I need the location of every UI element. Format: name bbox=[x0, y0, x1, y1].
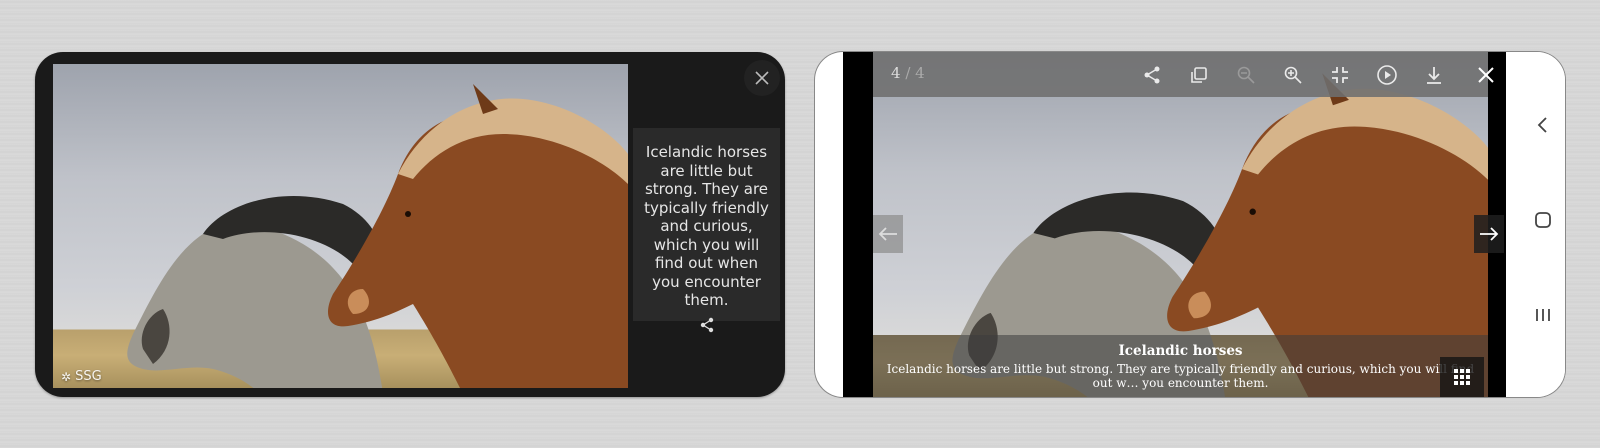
caption-card: Icelandic horses are little but strong. … bbox=[633, 128, 780, 332]
download-button[interactable] bbox=[1423, 64, 1445, 86]
counter-separator: / bbox=[905, 64, 911, 82]
play-icon bbox=[1377, 65, 1397, 85]
android-navigation-bar bbox=[1520, 52, 1565, 397]
android-home-button[interactable] bbox=[1532, 209, 1554, 231]
zoom-in-button[interactable] bbox=[1282, 64, 1304, 86]
android-back-button[interactable] bbox=[1532, 114, 1554, 136]
horse-photo[interactable]: ✲ SSG bbox=[53, 64, 628, 388]
caption-bar: Icelandic horses Icelandic horses are li… bbox=[873, 335, 1488, 397]
horses-image bbox=[127, 84, 628, 388]
arrow-right-icon bbox=[1480, 227, 1499, 241]
caption-text: Icelandic horses are little but strong. … bbox=[644, 143, 769, 309]
caption-text: Icelandic horses are little but strong. … bbox=[886, 362, 1475, 390]
share-button[interactable] bbox=[1141, 64, 1163, 86]
counter-total: 4 bbox=[915, 64, 925, 82]
slideshow-button[interactable] bbox=[1376, 64, 1398, 86]
exit-fullscreen-icon bbox=[1332, 67, 1348, 83]
share-icon[interactable] bbox=[698, 316, 716, 334]
ssg-logo-icon: ✲ bbox=[61, 369, 72, 384]
recents-icon bbox=[1536, 309, 1550, 321]
zoom-out-icon bbox=[1237, 66, 1255, 84]
watermark: ✲ SSG bbox=[61, 369, 102, 384]
lightbox-viewer: 4 / 4 Icelandic horses Icelandic horses … bbox=[843, 52, 1506, 397]
copy-button[interactable] bbox=[1188, 64, 1210, 86]
previous-button[interactable] bbox=[873, 215, 903, 253]
next-button[interactable] bbox=[1474, 215, 1504, 253]
share-icon bbox=[1144, 66, 1160, 84]
close-icon bbox=[755, 71, 769, 85]
copy-icon bbox=[1191, 67, 1207, 83]
zoom-in-icon bbox=[1284, 66, 1302, 84]
watermark-text: SSG bbox=[75, 369, 102, 384]
zoom-out-button[interactable] bbox=[1235, 64, 1257, 86]
counter-current: 4 bbox=[891, 64, 901, 82]
download-icon bbox=[1427, 67, 1441, 84]
right-phone-screen: 4 / 4 Icelandic horses Icelandic horses … bbox=[815, 52, 1565, 397]
arrow-left-icon bbox=[878, 227, 897, 241]
back-icon bbox=[1537, 117, 1547, 133]
left-phone-screen: ✲ SSG Icelandic horses are little but st… bbox=[35, 52, 785, 397]
close-button[interactable] bbox=[744, 60, 780, 96]
home-icon bbox=[1535, 212, 1551, 228]
close-icon bbox=[1478, 67, 1494, 83]
exit-fullscreen-button[interactable] bbox=[1329, 64, 1351, 86]
image-counter: 4 / 4 bbox=[891, 64, 925, 82]
grid-icon bbox=[1454, 369, 1470, 385]
lightbox-toolbar: 4 / 4 bbox=[873, 52, 1488, 97]
close-button[interactable] bbox=[1475, 64, 1497, 86]
thumbnails-button[interactable] bbox=[1440, 357, 1484, 397]
android-recents-button[interactable] bbox=[1532, 304, 1554, 326]
caption-title: Icelandic horses bbox=[1118, 343, 1243, 359]
